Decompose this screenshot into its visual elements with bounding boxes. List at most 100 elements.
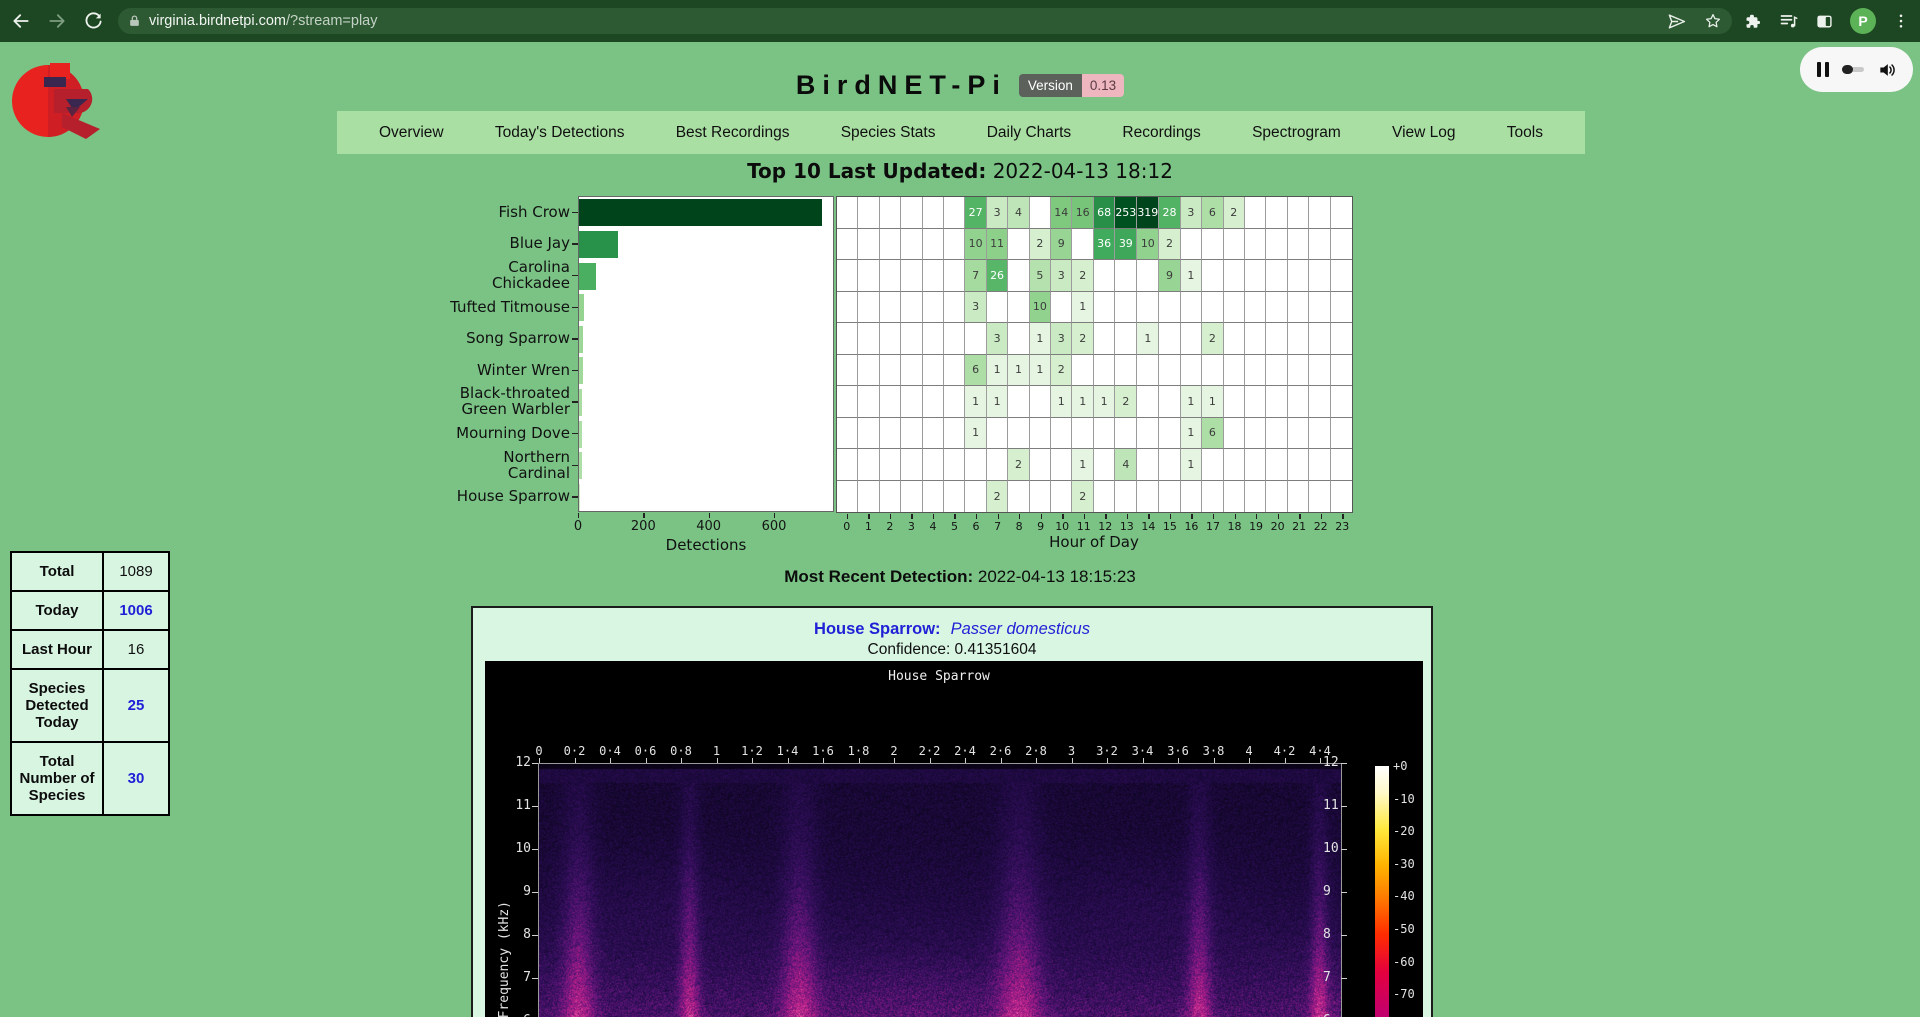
nav-item-overview[interactable]: Overview <box>379 124 444 142</box>
heatmap-cell <box>1072 418 1093 450</box>
freq-tick <box>1341 849 1347 850</box>
heatmap-cell <box>1008 386 1029 418</box>
nav-item-tools[interactable]: Tools <box>1507 124 1543 142</box>
version-badge: Version 0.13 <box>1019 74 1124 97</box>
media-playlist-icon[interactable] <box>1779 11 1799 31</box>
version-label: Version <box>1019 74 1082 97</box>
hour-tick <box>954 514 955 519</box>
heatmap-cell <box>858 292 879 324</box>
heatmap-cell <box>1137 481 1159 513</box>
heatmap-axis-label: Hour of Day <box>1049 533 1139 551</box>
heatmap-cell <box>965 481 986 513</box>
heatmap-cell <box>1224 292 1245 324</box>
reload-icon[interactable] <box>78 6 108 36</box>
menu-dots-icon[interactable] <box>1892 12 1910 30</box>
heatmap-cell <box>1224 260 1245 292</box>
heatmap-cell: 2 <box>1072 481 1093 513</box>
heatmap-cell <box>1331 292 1352 324</box>
time-tick-label: 2·4 <box>954 744 976 758</box>
stats-value[interactable]: 1006 <box>103 591 169 630</box>
heatmap-cell <box>880 418 901 450</box>
stats-table: Total1089Today1006Last Hour16Species Det… <box>10 551 170 816</box>
back-icon[interactable] <box>6 6 36 36</box>
heatmap-cell <box>1030 197 1051 229</box>
hour-tick-label: 21 <box>1292 520 1306 533</box>
detections-bar <box>579 326 583 353</box>
detected-species-link[interactable]: House Sparrow: <box>814 620 941 638</box>
freq-tick <box>1341 763 1347 764</box>
stats-value[interactable]: 25 <box>103 669 169 742</box>
heatmap-cell <box>1181 292 1202 324</box>
heatmap-cell <box>1224 323 1245 355</box>
time-tick-label: 4 <box>1245 744 1252 758</box>
stats-value[interactable]: 30 <box>103 742 169 815</box>
x-tick-label: 200 <box>631 519 656 534</box>
heatmap-cell: 2 <box>1224 197 1245 229</box>
extensions-puzzle-icon[interactable] <box>1744 12 1763 31</box>
hour-tick-label: 11 <box>1077 520 1091 533</box>
hour-tick-label: 5 <box>951 520 958 533</box>
send-icon[interactable] <box>1667 12 1686 31</box>
heatmap-cell <box>1051 481 1072 513</box>
time-tick-label: 1 <box>713 744 720 758</box>
nav-item-view-log[interactable]: View Log <box>1392 124 1455 142</box>
hour-tick-label: 15 <box>1163 520 1177 533</box>
pause-icon[interactable] <box>1817 62 1829 77</box>
heatmap-cell <box>1309 197 1330 229</box>
heatmap-cell <box>858 323 879 355</box>
heatmap-cell <box>1159 323 1180 355</box>
heatmap-cell <box>1137 355 1159 387</box>
species-label: Mourning Dove <box>405 417 570 449</box>
heatmap-cell <box>1266 323 1287 355</box>
heatmap-cell <box>965 449 986 481</box>
heatmap-cell <box>901 355 922 387</box>
profile-avatar[interactable]: P <box>1850 8 1876 34</box>
heatmap-cell <box>1202 355 1223 387</box>
hour-tick <box>911 514 912 519</box>
side-panel-icon[interactable] <box>1815 12 1834 31</box>
nav-item-recordings[interactable]: Recordings <box>1122 124 1200 142</box>
heatmap-cell <box>837 386 858 418</box>
heatmap-cell <box>858 197 879 229</box>
seek-slider[interactable] <box>1842 67 1864 72</box>
heatmap-cell <box>1137 449 1159 481</box>
db-tick-label: -60 <box>1393 955 1415 969</box>
x-tick <box>578 513 579 518</box>
url-bar[interactable]: virginia.birdnetpi.com/?stream=play <box>118 8 1732 34</box>
heatmap-cell <box>1137 386 1159 418</box>
nav-item-today-s-detections[interactable]: Today's Detections <box>495 124 625 142</box>
heatmap-cell <box>1288 418 1309 450</box>
heatmap-cell <box>1224 355 1245 387</box>
heatmap-cell: 1 <box>1137 323 1159 355</box>
audio-player[interactable] <box>1800 47 1913 92</box>
hour-tick <box>1256 514 1257 519</box>
forward-icon[interactable] <box>42 6 72 36</box>
heatmap-cell: 36 <box>1094 229 1115 261</box>
nav-item-spectrogram[interactable]: Spectrogram <box>1252 124 1341 142</box>
star-icon[interactable] <box>1704 12 1722 30</box>
x-tick-label: 400 <box>696 519 721 534</box>
species-label: Blue Jay <box>405 228 570 260</box>
heatmap-cell <box>1331 323 1352 355</box>
volume-icon[interactable] <box>1877 60 1897 80</box>
nav-item-best-recordings[interactable]: Best Recordings <box>676 124 790 142</box>
heatmap-cell <box>1159 481 1180 513</box>
heatmap-cell: 9 <box>1051 229 1072 261</box>
heatmap-cell <box>1051 292 1072 324</box>
heatmap-cell <box>1159 449 1180 481</box>
time-tick <box>575 758 576 763</box>
heatmap-cell <box>1094 260 1115 292</box>
time-tick-label: 2 <box>890 744 897 758</box>
heatmap-cell <box>1051 418 1072 450</box>
nav-item-daily-charts[interactable]: Daily Charts <box>987 124 1071 142</box>
heatmap-cell <box>880 260 901 292</box>
heatmap-cell: 1 <box>1181 449 1202 481</box>
nav-item-species-stats[interactable]: Species Stats <box>841 124 936 142</box>
heatmap-cell <box>1309 260 1330 292</box>
hour-tick <box>1170 514 1171 519</box>
heatmap-cell <box>1224 481 1245 513</box>
hour-tick-label: 0 <box>843 520 850 533</box>
heatmap-cell <box>1094 355 1115 387</box>
time-tick <box>1072 758 1073 763</box>
heatmap-cell: 5 <box>1030 260 1051 292</box>
